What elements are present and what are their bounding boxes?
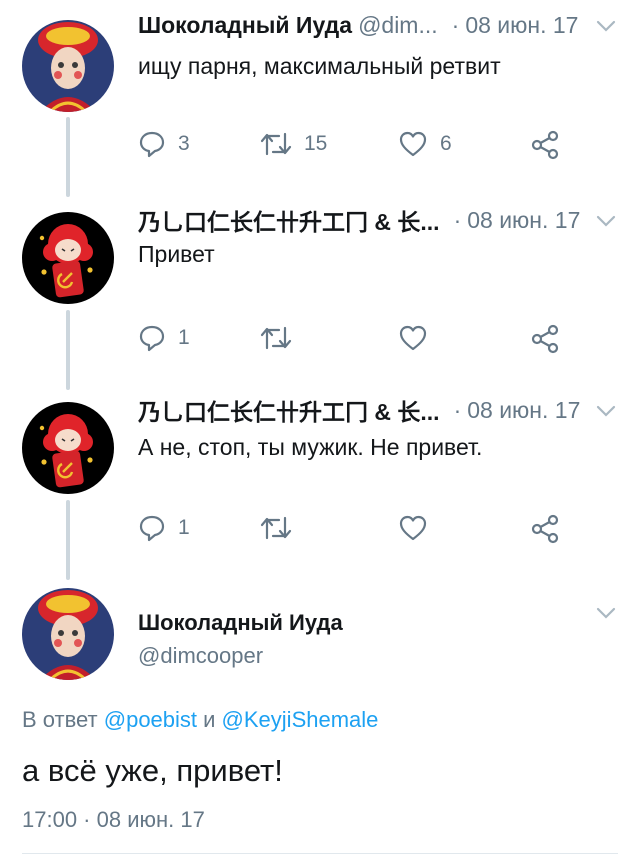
chevron-down-icon[interactable] (592, 397, 620, 425)
tweet-timestamp[interactable]: 17:00 · 08 июн. 17 (22, 807, 205, 833)
avatar-image (22, 588, 114, 680)
separator: · (451, 11, 460, 38)
reply-mention-link[interactable]: @KeyjiShemale (222, 707, 379, 732)
retweet-button[interactable]: 15 (260, 130, 327, 158)
separator: · (453, 206, 462, 233)
chevron-down-icon[interactable] (592, 207, 620, 235)
reply-icon (139, 131, 165, 158)
display-name[interactable]: Шоколадный Иуда (138, 12, 352, 39)
display-name[interactable]: 乃乚口仁长仁卄升工冂 & 长... (138, 203, 440, 237)
avatar-image (22, 212, 114, 304)
heart-icon (399, 325, 427, 351)
like-button[interactable] (398, 514, 428, 542)
reply-count: 3 (178, 132, 190, 155)
tweet[interactable]: 乃乚口仁长仁卄升工冂 & 长... · 08 июн. 17 Привет 1 (0, 195, 640, 388)
retweet-icon (260, 132, 292, 156)
heart-icon (399, 131, 427, 157)
display-name[interactable]: 乃乚口仁长仁卄升工冂 & 长... (138, 393, 440, 427)
reply-count: 1 (178, 516, 190, 539)
reply-context: В ответ @poebist и @KeyjiShemale (22, 707, 378, 733)
reply-button[interactable]: 3 (138, 130, 190, 158)
like-button[interactable] (398, 324, 428, 352)
divider (22, 853, 618, 854)
share-button[interactable] (530, 514, 560, 544)
focused-tweet[interactable]: Шоколадный Иуда @dimcooper В ответ @poeb… (0, 585, 640, 858)
tweet-text: а всё уже, привет! (22, 753, 283, 788)
reply-joiner: и (197, 707, 222, 732)
tweet-text: ищу парня, максимальный ретвит (138, 53, 501, 79)
avatar-image (22, 402, 114, 494)
share-icon (531, 324, 559, 354)
chevron-down-icon[interactable] (592, 599, 620, 627)
user-handle[interactable]: @dim... (358, 12, 438, 39)
tweet-text: А не, стоп, ты мужик. Не привет. (138, 434, 483, 460)
separator: · (453, 396, 462, 423)
tweet[interactable]: Шоколадный Иуда @dim... · 08 июн. 17 ищу… (0, 0, 640, 195)
share-icon (531, 130, 559, 160)
avatar[interactable] (22, 402, 114, 494)
reply-button[interactable]: 1 (138, 514, 190, 542)
share-icon (531, 514, 559, 544)
retweet-count: 15 (304, 132, 328, 155)
like-button[interactable]: 6 (398, 130, 452, 158)
user-handle[interactable]: @dimcooper (138, 643, 263, 669)
reply-mention-link[interactable]: @poebist (104, 707, 197, 732)
tweet-actions: 1 (138, 514, 578, 550)
tweet-date[interactable]: 08 июн. 17 (465, 12, 578, 39)
avatar[interactable] (22, 212, 114, 304)
display-name[interactable]: Шоколадный Иуда (138, 610, 343, 636)
avatar[interactable] (22, 588, 114, 680)
retweet-button[interactable] (260, 514, 292, 542)
reply-count: 1 (178, 326, 190, 349)
reply-prefix: В ответ (22, 707, 104, 732)
chevron-down-icon[interactable] (592, 12, 620, 40)
like-count: 6 (440, 132, 452, 155)
share-button[interactable] (530, 324, 560, 354)
tweet-header: 乃乚口仁长仁卄升工冂 & 长... · 08 июн. 17 (138, 393, 620, 427)
tweet-actions: 3 15 6 (138, 130, 578, 166)
tweet-date[interactable]: 08 июн. 17 (467, 207, 580, 234)
tweet-text: Привет (138, 241, 215, 267)
tweet-date[interactable]: 08 июн. 17 (467, 397, 580, 424)
tweet-header: 乃乚口仁长仁卄升工冂 & 长... · 08 июн. 17 (138, 203, 620, 237)
tweet-header: Шоколадный Иуда @dim... · 08 июн. 17 (138, 8, 620, 42)
avatar[interactable] (22, 20, 114, 112)
retweet-button[interactable] (260, 324, 292, 352)
tweet-actions: 1 (138, 324, 578, 360)
reply-icon (139, 325, 165, 352)
heart-icon (399, 515, 427, 541)
retweet-icon (260, 516, 292, 540)
share-button[interactable] (530, 130, 560, 160)
reply-icon (139, 515, 165, 542)
retweet-icon (260, 326, 292, 350)
reply-button[interactable]: 1 (138, 324, 190, 352)
avatar-image (22, 20, 114, 112)
tweet[interactable]: 乃乚口仁长仁卄升工冂 & 长... · 08 июн. 17 А не, сто… (0, 388, 640, 583)
